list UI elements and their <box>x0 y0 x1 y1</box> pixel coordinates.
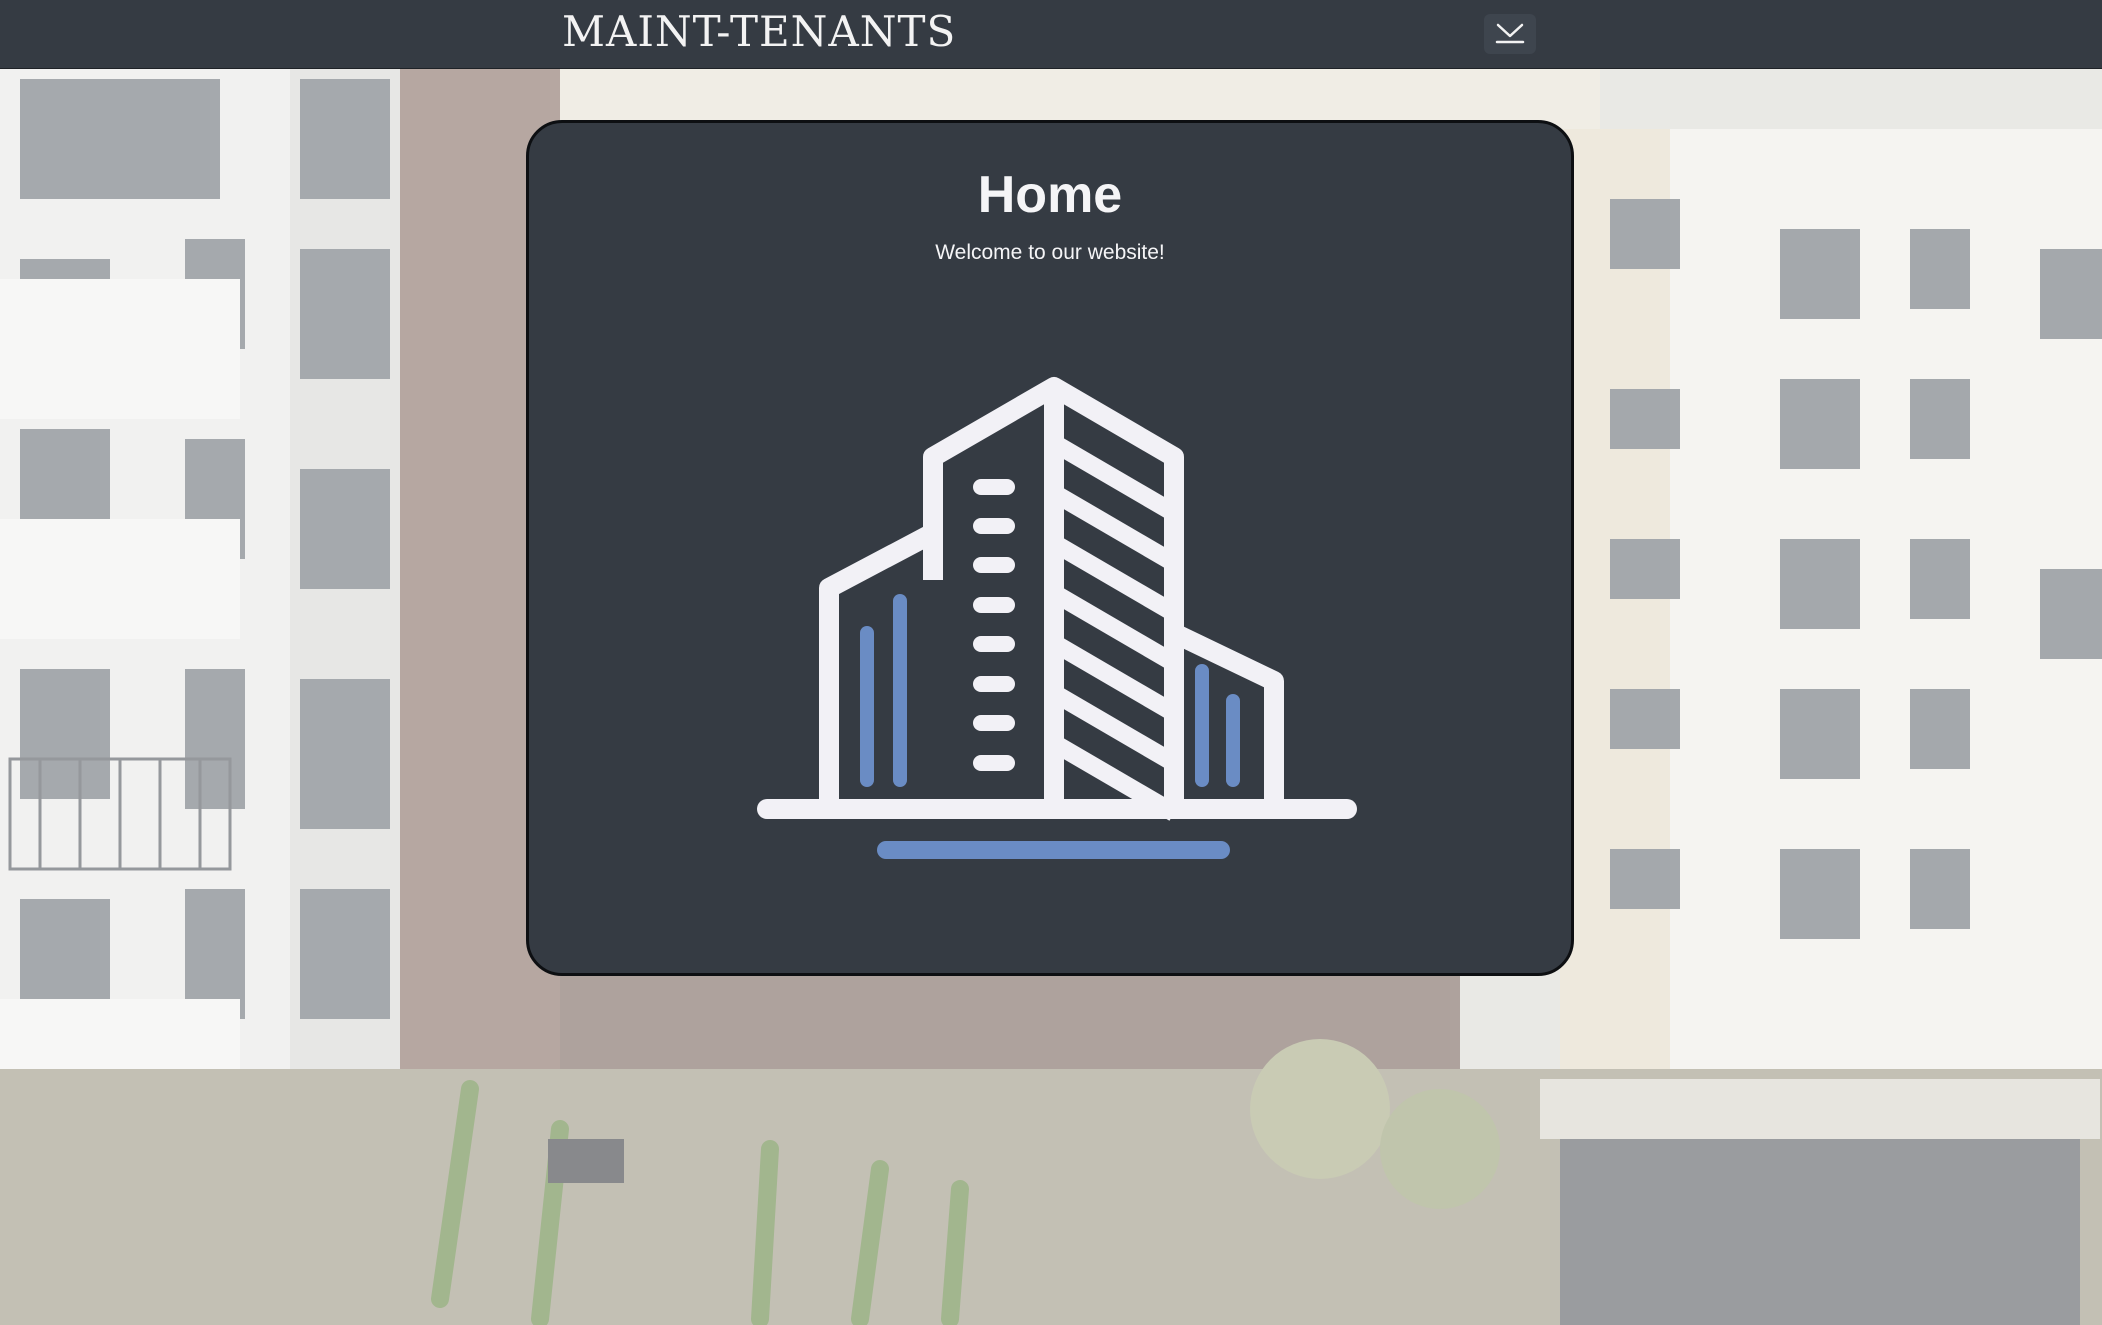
office-building-icon <box>757 377 1357 859</box>
page: MAINT-TENANTS Home Welcome to our websit… <box>0 0 2102 1325</box>
menu-toggle-button[interactable] <box>1484 14 1536 54</box>
home-card: Home Welcome to our website! <box>526 120 1574 976</box>
navbar: MAINT-TENANTS <box>0 0 2102 69</box>
chevron-down-icon <box>1495 23 1525 44</box>
brand-title[interactable]: MAINT-TENANTS <box>562 6 956 58</box>
